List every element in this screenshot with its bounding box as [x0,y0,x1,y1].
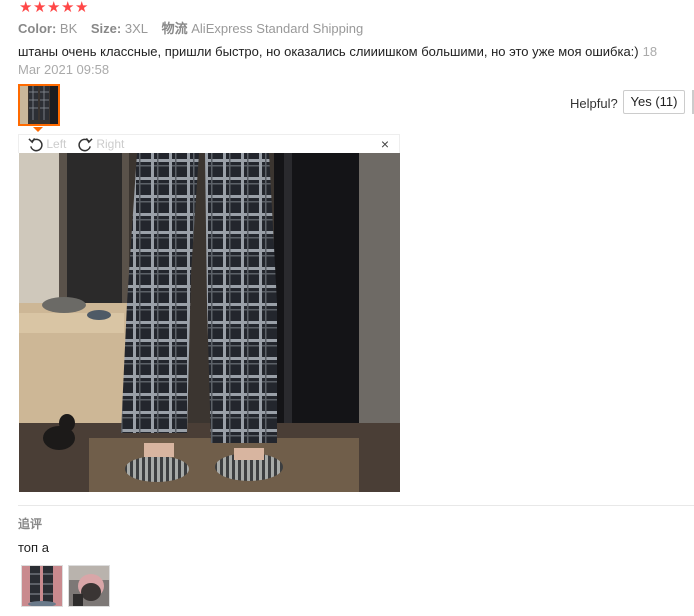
image-viewer-toolbar: Left Right × [18,134,400,153]
review-photo-image [19,153,400,492]
size-value: 3XL [124,21,148,36]
star-icon: ★ [19,0,33,16]
star-icon: ★ [61,0,75,16]
helpful-yes-button[interactable]: Yes (11) [623,90,685,114]
rotate-left-icon [28,138,43,152]
additional-photo-image-1 [22,566,62,606]
rotate-left-control[interactable]: Left [28,136,66,152]
color-label: Color: [18,21,57,36]
rating-stars: ★★★★★ [19,0,89,16]
rotate-right-label: Right [96,137,125,151]
star-icon: ★ [75,0,89,16]
additional-feedback-text: топ а [18,540,49,555]
star-icon: ★ [33,0,47,16]
review-photo-thumbnail[interactable] [18,84,60,126]
additional-feedback-label: 追评 [18,517,43,531]
selected-indicator-icon [33,127,43,132]
color-value: BK [59,21,78,36]
rotate-right-icon [78,138,93,152]
star-icon: ★ [47,0,61,16]
additional-photo-thumbnail-2[interactable] [68,565,110,607]
shipping-value: AliExpress Standard Shipping [191,21,364,36]
close-icon[interactable]: × [381,136,389,152]
additional-photo-thumbnail-1[interactable] [21,565,63,607]
review-photo-large [19,153,400,492]
shipping-label: 物流 [161,21,188,36]
size-label: Size: [90,21,122,36]
helpful-label: Helpful? [570,96,618,111]
section-divider [18,505,694,506]
additional-photo-image-2 [69,566,109,606]
review-body: штаны очень классные, пришли быстро, но … [18,44,639,59]
review-text: штаны очень классные, пришли быстро, но … [18,43,678,79]
photo-thumbnail-image [20,86,58,124]
rotate-left-label: Left [46,137,67,151]
order-attributes: Color: BK Size: 3XL 物流 AliExpress Standa… [18,21,373,37]
rotate-right-control[interactable]: Right [78,136,124,152]
